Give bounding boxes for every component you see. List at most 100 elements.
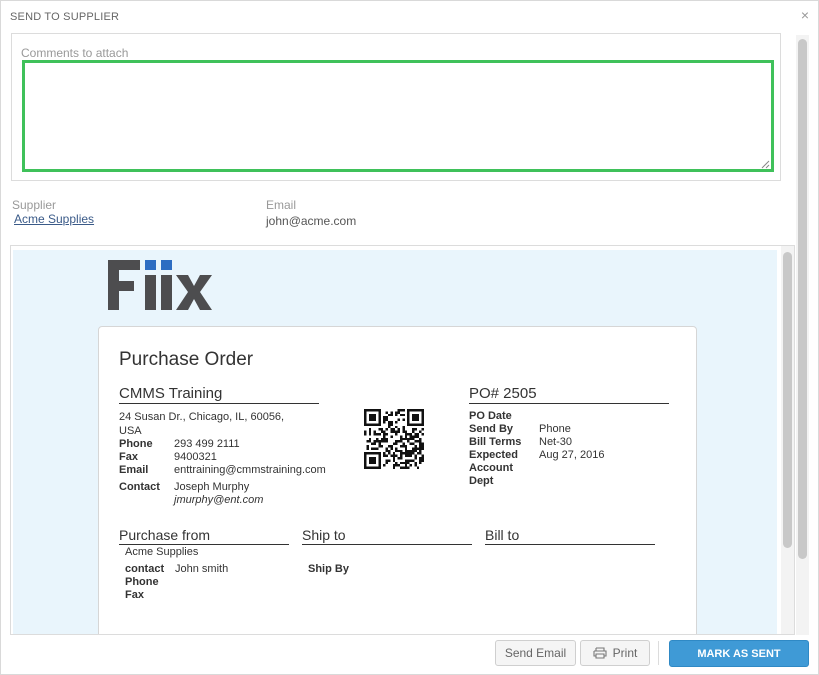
qr-module [373,423,376,426]
qr-module [404,449,408,453]
qr-module [378,416,381,419]
qr-module [390,413,393,417]
qr-module [364,459,367,462]
comments-input[interactable] [22,60,774,172]
qr-module [373,466,376,469]
qr-module [416,452,420,455]
qr-module [390,421,393,424]
send-by-value: Phone [539,423,571,435]
qr-module [392,464,396,467]
qr-module [397,449,400,453]
qr-module [409,442,412,445]
qr-module [395,411,398,414]
qr-module [366,409,369,412]
bill-terms-label: Bill Terms [469,436,522,448]
qr-module [385,447,388,450]
qr-module [373,452,376,455]
qr-module [412,416,415,419]
qr-module [368,428,372,431]
qr-module [414,416,417,419]
qr-module [402,445,405,448]
send-email-button[interactable]: Send Email [495,640,576,666]
qr-module [383,433,386,436]
po-date-label: PO Date [469,410,512,422]
qr-module [412,437,415,441]
company-email-label: Email [119,464,149,476]
close-icon[interactable]: × [801,8,809,22]
qr-module [400,413,403,417]
qr-module [373,440,376,443]
qr-module [414,418,417,421]
qr-module [378,409,381,412]
qr-module [373,418,376,421]
qr-module [409,437,412,441]
qr-module [383,435,386,438]
qr-module [400,452,403,455]
qr-module [383,440,386,443]
qr-module [421,411,424,414]
qr-module [404,433,408,436]
preview-scrollbar-thumb[interactable] [783,252,792,548]
print-button[interactable]: Print [580,640,650,666]
dialog-title: SEND TO SUPPLIER [10,11,120,23]
qr-module [371,457,374,460]
qr-module [380,437,384,441]
qr-module [412,428,415,431]
expected-value: Aug 27, 2016 [539,449,605,461]
qr-module [385,454,388,457]
qr-module [404,459,408,462]
qr-module [397,457,400,460]
qr-module [368,413,372,417]
qr-module [366,466,369,469]
qr-module [383,464,386,467]
qr-module [364,423,367,426]
qr-module [421,423,424,426]
qr-module [368,430,372,433]
qr-module [373,416,376,419]
qr-module [400,437,403,441]
company-fax: 9400321 [174,451,217,463]
dialog-scrollbar-thumb[interactable] [798,39,807,559]
qr-module [412,459,415,462]
preview-scrollbar[interactable] [781,246,794,634]
qr-module [368,452,372,455]
company-contact-label: Contact [119,481,160,493]
purchase-from-contact-label: contact [125,563,165,575]
qr-module [416,418,420,421]
qr-module [414,435,417,438]
qr-module [376,440,379,443]
qr-module [419,457,422,460]
qr-module [376,447,379,450]
qr-module [419,447,422,450]
qr-module [395,433,398,436]
supplier-link[interactable]: Acme Supplies [14,212,94,226]
qr-module [368,457,372,460]
qr-module [368,461,372,465]
qr-module [409,435,412,438]
qr-module [373,457,376,460]
qr-module [416,435,420,438]
qr-module [421,418,424,421]
qr-module [402,413,405,417]
mark-as-sent-button[interactable]: MARK AS SENT [669,640,809,667]
qr-module [395,442,398,445]
qr-module [419,459,422,462]
qr-module [421,428,424,431]
qr-module [407,423,410,426]
qr-module [395,447,398,450]
qr-module [373,409,376,412]
purchase-from-phone-label: Phone [125,576,159,588]
qr-module [416,413,420,417]
qr-module [412,435,415,438]
qr-module [407,449,410,453]
qr-module [404,466,408,469]
resize-grip-icon[interactable] [760,159,770,169]
qr-module [402,428,405,431]
qr-module [376,423,379,426]
qr-module [380,430,384,433]
qr-module [373,459,376,462]
dialog-scrollbar[interactable] [796,35,809,635]
qr-module [421,433,424,436]
qr-module [378,452,381,455]
company-fax-label: Fax [119,451,138,463]
